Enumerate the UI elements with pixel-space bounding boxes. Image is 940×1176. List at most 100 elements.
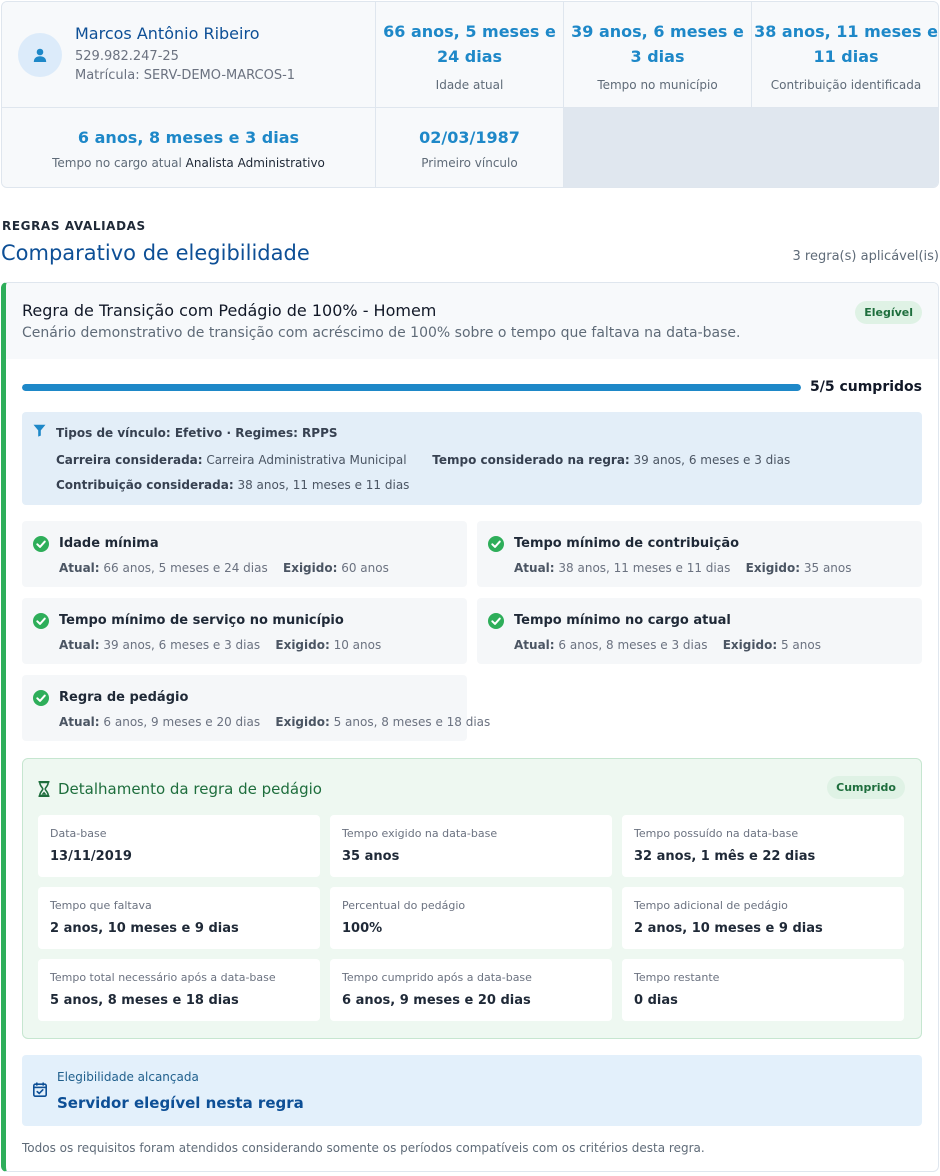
stat-primeiro-vinculo: 02/03/1987 Primeiro vínculo	[376, 108, 564, 187]
eligibility-value: Servidor elegível nesta regra	[57, 1094, 304, 1112]
stat-idade-label: Idade atual	[435, 78, 504, 92]
stat-municipio: 39 anos, 6 meses e 3 dias Tempo no munic…	[564, 2, 752, 108]
section-eyebrow: REGRAS AVALIADAS	[2, 219, 146, 233]
requirement-item: Tempo mínimo de contribuição Atual: 38 a…	[477, 521, 922, 587]
toll-title: Detalhamento da regra de pedágio	[58, 780, 322, 798]
toll-cell: Percentual do pedágio 100%	[330, 887, 612, 949]
toll-cell-value: 2 anos, 10 meses e 9 dias	[50, 921, 239, 936]
toll-detail-panel: Detalhamento da regra de pedágio Cumprid…	[22, 758, 922, 1039]
requirement-item: Idade mínima Atual: 66 anos, 5 meses e 2…	[22, 521, 467, 587]
check-circle-icon	[33, 690, 49, 706]
status-badge: Elegível	[855, 301, 922, 324]
toll-cell-value: 0 dias	[634, 993, 678, 1008]
filter-tempo-value: 39 anos, 6 meses e 3 dias	[633, 453, 791, 467]
requirement-detail: Atual: 38 anos, 11 meses e 11 dias Exigi…	[514, 561, 852, 575]
server-cpf: 529.982.247-25	[75, 49, 179, 64]
toll-cell-label: Percentual do pedágio	[342, 899, 466, 912]
toll-cell: Tempo total necessário após a data-base …	[38, 959, 320, 1021]
stat-contribuicao-label: Contribuição identificada	[770, 78, 922, 92]
exigido-value: 5 anos, 8 meses e 18 dias	[333, 715, 491, 729]
requirements-progress-bar	[22, 384, 801, 391]
requirement-detail: Atual: 6 anos, 8 meses e 3 dias Exigido:…	[514, 638, 821, 652]
server-summary-card: Marcos Antônio Ribeiro 529.982.247-25 Ma…	[1, 1, 939, 188]
toll-cell: Tempo que faltava 2 anos, 10 meses e 9 d…	[38, 887, 320, 949]
exigido-value: 35 anos	[803, 561, 852, 575]
exigido-label: Exigido:	[745, 561, 801, 575]
stat-cargo-name: Analista Administrativo	[185, 156, 325, 170]
stat-contribuicao: 38 anos, 11 meses e 11 dias Contribuição…	[752, 2, 938, 108]
toll-cell-label: Tempo total necessário após a data-base	[50, 971, 276, 984]
toll-status-badge: Cumprido	[827, 776, 905, 799]
stat-primeiro-vinculo-label: Primeiro vínculo	[421, 156, 518, 170]
exigido-label: Exigido:	[283, 561, 338, 575]
atual-label: Atual:	[514, 638, 555, 652]
stat-primeiro-vinculo-value: 02/03/1987	[419, 128, 520, 147]
toll-cell-value: 6 anos, 9 meses e 20 dias	[342, 993, 531, 1008]
filter-carreira-tempo: Carreira considerada: Carreira Administr…	[56, 453, 790, 467]
toll-cell: Tempo exigido na data-base 35 anos	[330, 815, 612, 877]
hourglass-icon	[38, 781, 50, 797]
requirement-title: Idade mínima	[59, 536, 159, 551]
avatar	[18, 33, 62, 77]
stat-cargo: 6 anos, 8 meses e 3 dias Tempo no cargo …	[2, 108, 376, 187]
atual-label: Atual:	[59, 561, 100, 575]
toll-cell-value: 32 anos, 1 mês e 22 dias	[634, 849, 816, 864]
server-name: Marcos Antônio Ribeiro	[75, 24, 260, 43]
toll-cell-value: 13/11/2019	[50, 849, 132, 864]
toll-cell: Tempo possuído na data-base 32 anos, 1 m…	[622, 815, 904, 877]
check-circle-icon	[33, 536, 49, 552]
profile-cell: Marcos Antônio Ribeiro 529.982.247-25 Ma…	[2, 2, 376, 108]
requirement-detail: Atual: 39 anos, 6 meses e 3 dias Exigido…	[59, 638, 381, 652]
requirement-item: Regra de pedágio Atual: 6 anos, 9 meses …	[22, 675, 490, 741]
toll-cell-value: 35 anos	[342, 849, 400, 864]
exigido-label: Exigido:	[275, 715, 330, 729]
filter-contribuicao: Contribuição considerada: 38 anos, 11 me…	[56, 478, 409, 492]
check-circle-icon	[488, 536, 504, 552]
user-icon	[33, 48, 47, 62]
toll-cell-label: Tempo cumprido após a data-base	[342, 971, 532, 984]
toll-cell: Tempo restante 0 dias	[622, 959, 904, 1021]
requirement-title: Tempo mínimo de contribuição	[514, 536, 740, 551]
stat-contribuicao-value: 38 anos, 11 meses e 11 dias	[754, 22, 938, 66]
requirement-item: Tempo mínimo no cargo atual Atual: 6 ano…	[477, 598, 922, 664]
rule-description: Cenário demonstrativo de transição com a…	[22, 325, 741, 341]
exigido-label: Exigido:	[275, 638, 330, 652]
atual-value: 66 anos, 5 meses e 24 dias	[103, 561, 268, 575]
stat-idade-value: 66 anos, 5 meses e 24 dias	[383, 22, 556, 66]
toll-cell-label: Tempo adicional de pedágio	[634, 899, 788, 912]
calendar-check-icon	[33, 1082, 47, 1097]
summary-empty-cell	[564, 108, 938, 187]
progress-fill	[22, 384, 801, 391]
requirement-detail: Atual: 6 anos, 9 meses e 20 dias Exigido…	[59, 715, 490, 729]
requirement-item: Tempo mínimo de serviço no município Atu…	[22, 598, 467, 664]
rule-title: Regra de Transição com Pedágio de 100% -…	[22, 301, 437, 320]
eligibility-panel: Elegibilidade alcançada Servidor elegíve…	[22, 1055, 922, 1126]
progress-label: 5/5 cumpridos	[809, 379, 922, 395]
toll-cell-value: 2 anos, 10 meses e 9 dias	[634, 921, 823, 936]
rule-header: Regra de Transição com Pedágio de 100% -…	[6, 283, 938, 359]
exigido-value: 5 anos	[780, 638, 821, 652]
filter-tempo-label: Tempo considerado na regra:	[432, 453, 630, 467]
toll-cell: Data-base 13/11/2019	[38, 815, 320, 877]
stat-cargo-value: 6 anos, 8 meses e 3 dias	[77, 128, 300, 147]
exigido-value: 10 anos	[333, 638, 382, 652]
check-circle-icon	[488, 613, 504, 629]
filter-carreira-label: Carreira considerada:	[56, 453, 203, 467]
atual-value: 38 anos, 11 meses e 11 dias	[558, 561, 731, 575]
toll-cell-label: Tempo exigido na data-base	[342, 827, 498, 840]
filter-icon	[33, 424, 46, 437]
requirement-detail: Atual: 66 anos, 5 meses e 24 dias Exigid…	[59, 561, 389, 575]
eligibility-label: Elegibilidade alcançada	[57, 1070, 199, 1084]
filter-types: Tipos de vínculo: Efetivo · Regimes: RPP…	[56, 426, 338, 440]
toll-cell-value: 5 anos, 8 meses e 18 dias	[50, 993, 239, 1008]
atual-value: 6 anos, 9 meses e 20 dias	[103, 715, 261, 729]
atual-label: Atual:	[59, 638, 100, 652]
rules-count: 3 regra(s) aplicável(is)	[792, 249, 939, 264]
requirement-title: Tempo mínimo no cargo atual	[514, 613, 731, 628]
toll-cell-label: Data-base	[50, 827, 107, 840]
server-matricula: Matrícula: SERV-DEMO-MARCOS-1	[75, 68, 296, 83]
rule-filters: Tipos de vínculo: Efetivo · Regimes: RPP…	[22, 412, 922, 505]
exigido-value: 60 anos	[341, 561, 389, 575]
stat-cargo-label: Tempo no cargo atual	[52, 156, 182, 170]
stat-idade: 66 anos, 5 meses e 24 dias Idade atual	[376, 2, 564, 108]
